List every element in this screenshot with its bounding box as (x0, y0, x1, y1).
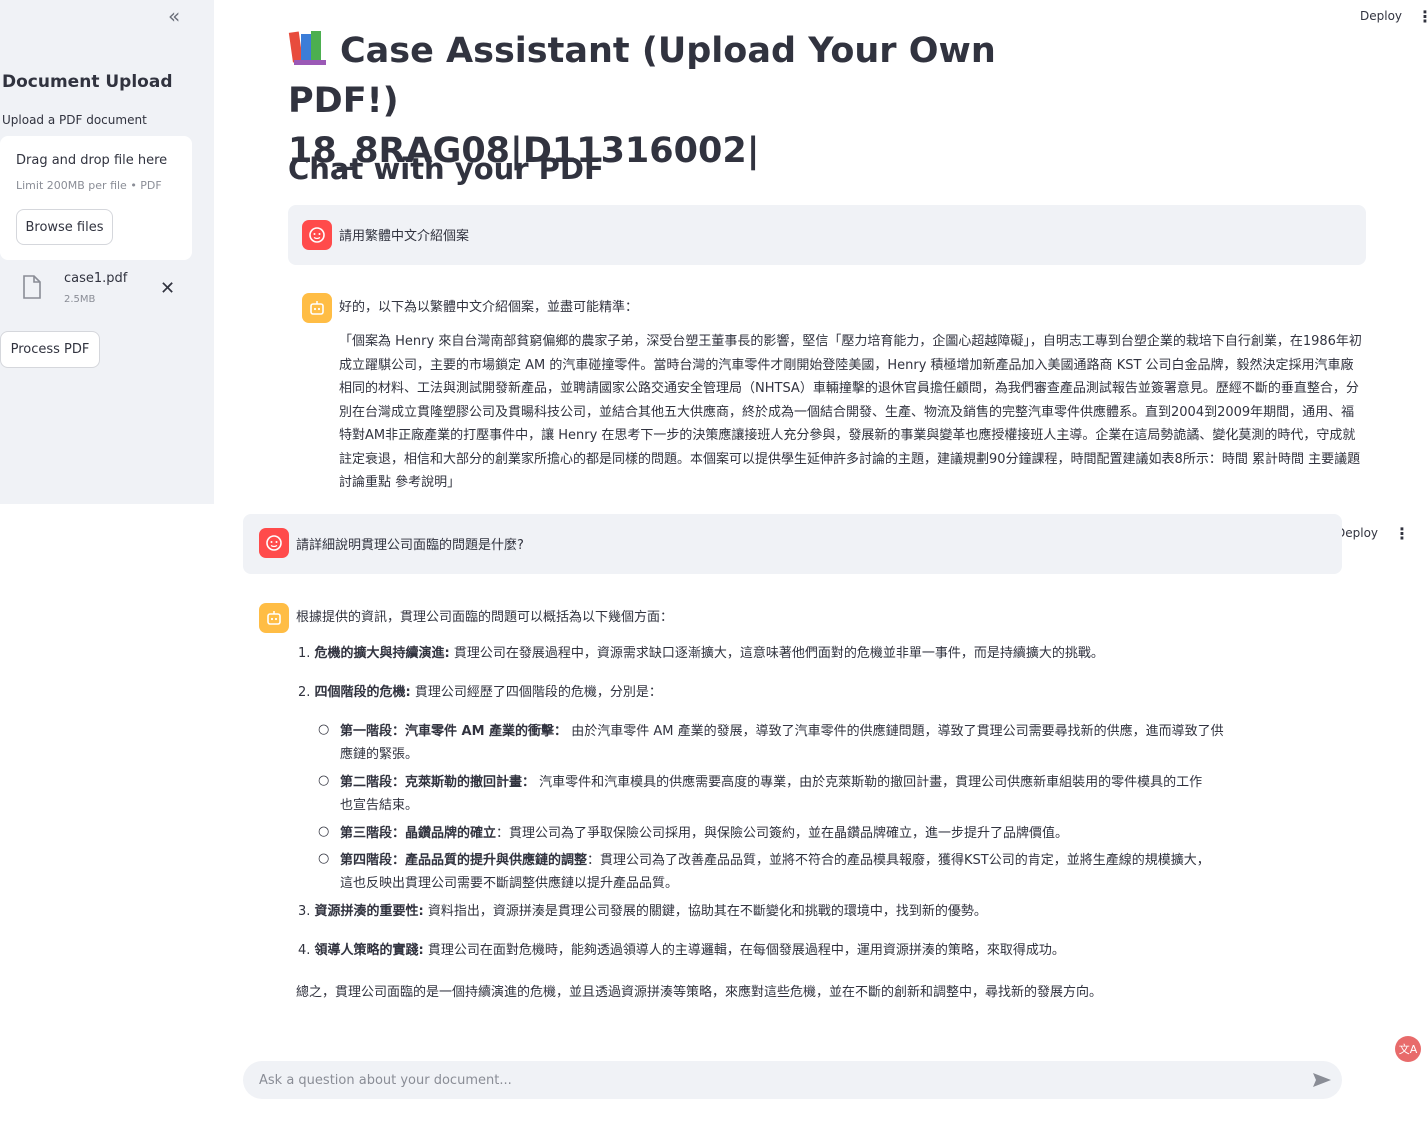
bullet-icon: ○ (318, 773, 330, 788)
bullet-icon: ○ (318, 722, 330, 737)
main-menu-icon[interactable]: ⋮ (1394, 526, 1410, 542)
chat-input[interactable] (259, 1061, 1299, 1099)
send-icon[interactable] (1312, 1072, 1332, 1088)
assistant-intro: 根據提供的資訊，貫理公司面臨的問題可以概括為以下幾個方面： (296, 610, 674, 625)
deploy-button[interactable]: Deploy (1336, 526, 1378, 540)
user-message: 請用繁體中文介紹個案 (288, 205, 1366, 265)
list-item: 1. 危機的擴大與持續演進: 貫理公司在發展過程中，資源需求缺口逐漸擴大，這意味… (298, 646, 1104, 661)
file-icon (23, 275, 41, 299)
bullet-icon: ○ (318, 824, 330, 839)
assistant-summary: 總之，貫理公司面臨的是一個持續演進的危機，並且透過資源拼湊等策略，來應對這些危機… (296, 985, 1103, 1000)
browse-files-button[interactable]: Browse files (16, 209, 113, 245)
collapse-sidebar-icon[interactable]: « (168, 4, 180, 28)
main-menu-icon[interactable]: ⋮ (1417, 9, 1428, 25)
user-message: 請詳細說明貫理公司面臨的問題是什麼? (243, 514, 1342, 574)
list-item: 2. 四個階段的危機: 貫理公司經歷了四個階段的危機，分別是： (298, 685, 662, 700)
chat-input-bar (243, 1061, 1342, 1099)
assistant-avatar-icon (259, 603, 289, 633)
translate-icon[interactable]: 文A (1395, 1036, 1421, 1062)
file-name: case1.pdf (64, 271, 128, 286)
list-item: 第三階段：晶鑽品牌的確立：貫理公司為了爭取保險公司採用，與保險公司簽約，並在晶鑽… (340, 826, 1069, 841)
bullet-icon: ○ (318, 851, 330, 866)
list-item: 3. 資源拼湊的重要性: 資料指出，資源拼湊是貫理公司發展的關鍵，協助其在不斷變… (298, 904, 987, 919)
user-avatar-icon (259, 528, 289, 558)
list-item: 4. 領導人策略的實踐: 貫理公司在面對危機時，能夠透過領導人的主導邏輯，在每個… (298, 943, 1065, 958)
user-message-text: 請用繁體中文介紹個案 (339, 229, 470, 244)
books-icon (288, 31, 326, 65)
assistant-answer-body: 「個案為 Henry 來自台灣南部貧窮偏鄉的農家子弟，深受台塑王董事長的影響，堅… (339, 334, 1362, 490)
dropzone-title: Drag and drop file here (16, 153, 168, 168)
chat-subheading: Chat with your PDF (288, 152, 604, 186)
list-item: 第四階段：產品品質的提升與供應鏈的調整：貫理公司為了改善產品品質，並將不符合的產… (340, 853, 1210, 891)
assistant-intro: 好的，以下為以繁體中文介紹個案，並盡可能精準： (339, 300, 639, 315)
user-avatar-icon (302, 220, 332, 250)
uploaded-file: case1.pdf 2.5MB ✕ (0, 264, 192, 314)
file-dropzone[interactable]: Drag and drop file here Limit 200MB per … (0, 136, 192, 260)
upload-label: Upload a PDF document (2, 113, 147, 127)
user-message-text: 請詳細說明貫理公司面臨的問題是什麼? (296, 538, 524, 553)
sidebar-title: Document Upload (2, 72, 173, 92)
title-line-1: Case Assistant (Upload Your Own PDF!) (288, 31, 996, 121)
deploy-button[interactable]: Deploy (1360, 9, 1402, 23)
remove-file-icon[interactable]: ✕ (160, 278, 175, 299)
dropzone-limit: Limit 200MB per file • PDF (16, 179, 162, 192)
sidebar: « Document Upload Upload a PDF document … (0, 0, 214, 504)
file-size: 2.5MB (64, 294, 96, 305)
list-item: 第一階段：汽車零件 AM 產業的衝擊： 由於汽車零件 AM 產業的發展，導致了汽… (340, 724, 1224, 762)
assistant-avatar-icon (302, 293, 332, 323)
list-item: 第二階段：克萊斯勒的撤回計畫： 汽車零件和汽車模具的供應需要高度的專業，由於克萊… (340, 775, 1203, 813)
process-pdf-button[interactable]: Process PDF (0, 331, 100, 368)
